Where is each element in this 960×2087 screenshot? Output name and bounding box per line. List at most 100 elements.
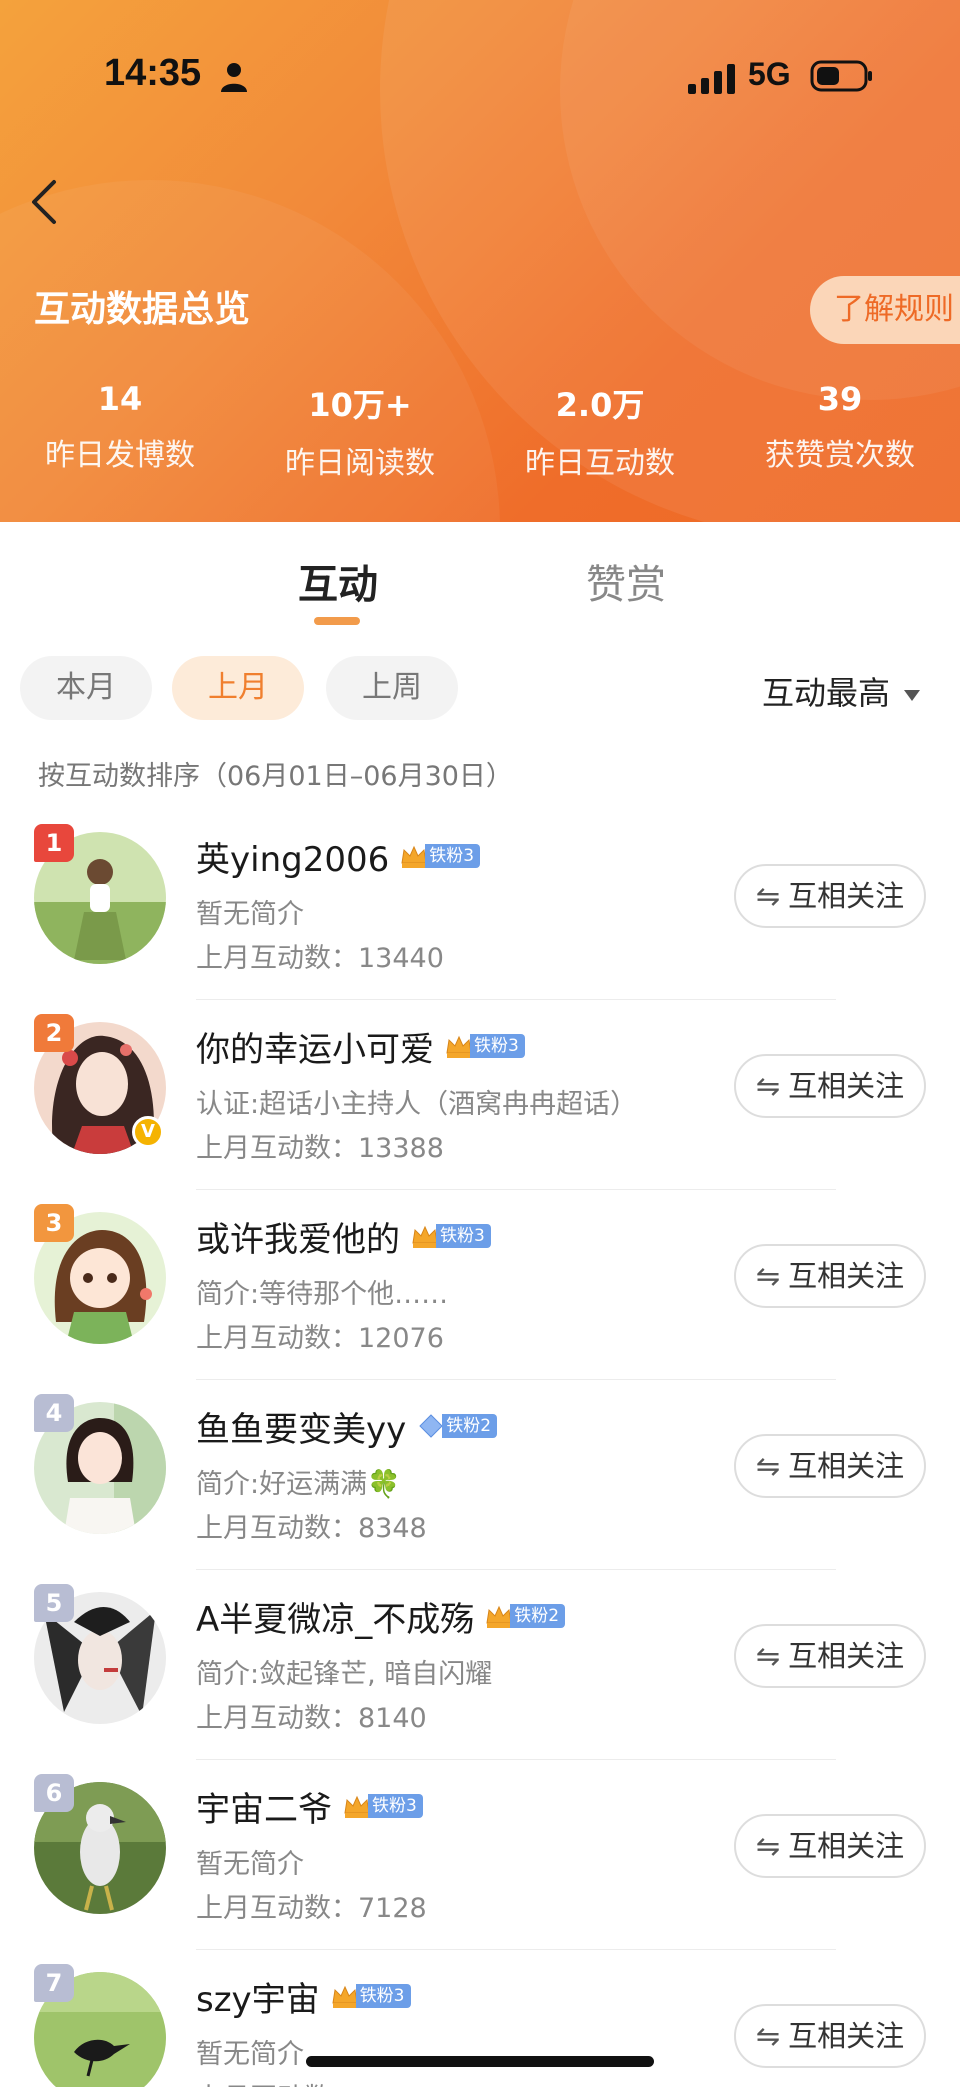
fan-badge: 铁粉3	[444, 1031, 525, 1061]
list-item[interactable]: 4 鱼鱼要变美yy 铁粉2 简介:好运满满🍀 上月互动数：8348 ⇋ 互相关注	[0, 1380, 960, 1570]
filter-this-month[interactable]: 本月	[20, 656, 152, 720]
stat-label: 获赞赏次数	[765, 438, 915, 473]
stats-row: 14 昨日发博数 10万+ 昨日阅读数 2.0万 昨日互动数 39 获赞赏次数	[0, 380, 960, 490]
username[interactable]: A半夏微凉_不成殇	[196, 1592, 474, 1641]
stat-rewards: 39 获赞赏次数	[720, 380, 960, 474]
interaction-count: 上月互动数：13388	[196, 1133, 444, 1164]
signal-icon	[688, 64, 735, 94]
stat-reads: 10万+ 昨日阅读数	[240, 380, 480, 482]
list-item[interactable]: 6 宇宙二爷 铁粉3 暂无简介 上月互动数：7128 ⇋ 互相关注	[0, 1760, 960, 1950]
interaction-count: 上月互动数：8348	[196, 1513, 427, 1544]
user-bio: 暂无简介	[196, 1849, 304, 1880]
user-bio: 认证:超话小主持人（酒窝冉冉超话）	[196, 1089, 638, 1120]
rank-badge: 2	[34, 1014, 74, 1052]
verified-badge-icon: V	[132, 1116, 164, 1148]
status-time: 14:35	[104, 52, 202, 94]
fan-level: 铁粉2	[442, 1414, 498, 1438]
mutual-follow-button[interactable]: ⇋ 互相关注	[734, 1624, 926, 1688]
mutual-follow-button[interactable]: ⇋ 互相关注	[734, 2004, 926, 2068]
swap-arrows-icon: ⇋	[755, 2019, 781, 2053]
interaction-count: 上月互动数：7128	[196, 1893, 427, 1924]
rank-badge: 5	[34, 1584, 74, 1622]
swap-arrows-icon: ⇋	[755, 879, 781, 913]
mutual-follow-button[interactable]: ⇋ 互相关注	[734, 1814, 926, 1878]
list-item[interactable]: 1 英ying2006 铁粉3 暂无简介 上月互动数：13440 ⇋ 互相关注	[0, 810, 960, 1000]
header-banner: 14:35 5G 互动数据总览 了解规则 14 昨日发博数 10万+ 昨日阅读数	[0, 0, 960, 522]
stat-value: 2.0万	[555, 386, 645, 424]
fan-badge: 铁粉3	[410, 1221, 491, 1251]
follow-label: 互相关注	[788, 1829, 905, 1863]
mutual-follow-button[interactable]: ⇋ 互相关注	[734, 1434, 926, 1498]
username[interactable]: 或许我爱他的	[196, 1212, 400, 1261]
list-item[interactable]: 5 A半夏微凉_不成殇 铁粉2 简介:敛起锋芒, 暗自闪耀 上月互动数：8140…	[0, 1570, 960, 1760]
filter-last-month[interactable]: 上月	[172, 656, 304, 720]
rank-badge: 3	[34, 1204, 74, 1242]
username[interactable]: 宇宙二爷	[196, 1782, 332, 1831]
tab-interaction[interactable]: 互动	[298, 552, 378, 610]
fan-level: 铁粉2	[510, 1604, 566, 1628]
caret-down-icon	[904, 689, 921, 701]
interaction-count: 上月互动数：6656	[196, 2076, 427, 2087]
follow-label: 互相关注	[788, 1259, 905, 1293]
battery-icon	[810, 60, 872, 92]
back-arrow-icon[interactable]	[26, 176, 66, 228]
stat-interactions: 2.0万 昨日互动数	[480, 380, 720, 482]
stat-label: 昨日阅读数	[285, 446, 435, 481]
rank-badge: 6	[34, 1774, 74, 1812]
mutual-follow-button[interactable]: ⇋ 互相关注	[734, 864, 926, 928]
overview-title: 互动数据总览	[34, 289, 251, 330]
stat-value: 14	[97, 380, 143, 418]
tab-indicator	[314, 617, 360, 625]
home-indicator[interactable]	[306, 2056, 654, 2067]
swap-arrows-icon: ⇋	[755, 1069, 781, 1103]
user-bio: 简介:好运满满🍀	[196, 1469, 401, 1500]
fan-badge: 铁粉3	[342, 1791, 423, 1821]
date-range-note: 按互动数排序（06月01日–06月30日）	[38, 761, 513, 792]
username[interactable]: 你的幸运小可爱	[196, 1022, 434, 1071]
swap-arrows-icon: ⇋	[755, 1449, 781, 1483]
swap-arrows-icon: ⇋	[755, 1259, 781, 1293]
interaction-count: 上月互动数：13440	[196, 943, 444, 974]
swap-arrows-icon: ⇋	[755, 1829, 781, 1863]
stat-value: 39	[817, 380, 863, 418]
stat-label: 昨日发博数	[45, 438, 195, 473]
mutual-follow-button[interactable]: ⇋ 互相关注	[734, 1244, 926, 1308]
list-item[interactable]: 2 V 你的幸运小可爱 铁粉3 认证:超话小主持人（酒窝冉冉超话） 上月互动数：…	[0, 1000, 960, 1190]
swap-arrows-icon: ⇋	[755, 1639, 781, 1673]
user-bio: 简介:等待那个他……	[196, 1279, 449, 1310]
rank-badge: 7	[34, 1964, 74, 2002]
interaction-count: 上月互动数：8140	[196, 1703, 427, 1734]
username[interactable]: 鱼鱼要变美yy	[196, 1402, 406, 1451]
rules-button[interactable]: 了解规则	[810, 276, 960, 344]
fan-badge: 铁粉3	[399, 841, 481, 871]
fan-badge: 铁粉2	[484, 1601, 566, 1631]
user-bio: 暂无简介	[196, 899, 304, 930]
network-label: 5G	[748, 56, 791, 92]
person-icon	[221, 63, 247, 92]
username[interactable]: 英ying2006	[196, 832, 389, 881]
mutual-follow-button[interactable]: ⇋ 互相关注	[734, 1054, 926, 1118]
stat-label: 昨日互动数	[525, 446, 675, 481]
follow-label: 互相关注	[788, 879, 905, 913]
status-bar: 14:35 5G	[0, 52, 960, 104]
fan-level: 铁粉3	[470, 1034, 525, 1058]
fan-level: 铁粉3	[368, 1794, 423, 1818]
fan-badge: 铁粉3	[330, 1981, 411, 2011]
user-bio: 暂无简介	[196, 2039, 304, 2070]
fan-level: 铁粉3	[355, 1984, 411, 2008]
follow-label: 互相关注	[788, 1069, 905, 1103]
user-bio: 简介:敛起锋芒, 暗自闪耀	[196, 1659, 493, 1690]
follow-label: 互相关注	[788, 1449, 905, 1483]
fan-badge: 铁粉2	[416, 1411, 498, 1441]
rank-badge: 4	[34, 1394, 74, 1432]
follow-label: 互相关注	[788, 2019, 905, 2053]
list-item[interactable]: 3 或许我爱他的 铁粉3 简介:等待那个他…… 上月互动数：12076 ⇋ 互相关…	[0, 1190, 960, 1380]
filter-last-week[interactable]: 上周	[326, 656, 458, 720]
stat-value: 10万+	[308, 386, 412, 424]
username[interactable]: szy宇宙	[196, 1972, 320, 2021]
interaction-count: 上月互动数：12076	[196, 1323, 444, 1354]
rank-badge: 1	[34, 824, 74, 862]
sort-label: 互动最高	[762, 674, 891, 712]
tab-reward[interactable]: 赞赏	[586, 552, 666, 610]
sort-dropdown[interactable]: 互动最高	[762, 668, 921, 714]
